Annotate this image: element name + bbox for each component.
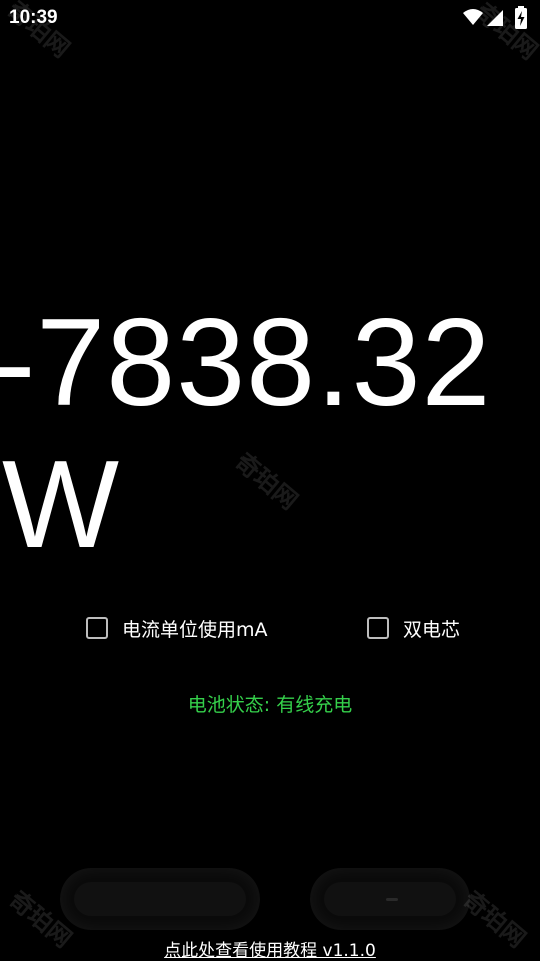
dual-cell-label: 双电芯: [403, 618, 461, 641]
cellular-signal-icon: [487, 10, 503, 26]
nav-home-indicator: [386, 898, 398, 901]
power-unit: W: [2, 436, 120, 574]
nav-back-button[interactable]: [60, 868, 260, 930]
current-unit-ma-label: 电流单位使用mA: [122, 618, 268, 641]
battery-status: 电池状态: 有线充电: [187, 694, 353, 716]
status-time: 10:39: [9, 7, 58, 28]
status-bar: 10:39: [0, 0, 540, 36]
battery-charging-icon: [515, 6, 527, 29]
watermark: 奇珀网: [229, 447, 303, 516]
checkbox-box[interactable]: [86, 617, 108, 639]
dual-cell-checkbox[interactable]: 双电芯: [367, 612, 460, 644]
checkbox-box[interactable]: [367, 617, 389, 639]
nav-back-inner: [74, 882, 246, 916]
current-unit-ma-checkbox[interactable]: 电流单位使用mA: [86, 612, 268, 644]
nav-home-button[interactable]: [310, 868, 470, 930]
tutorial-link[interactable]: 点此处查看使用教程 v1.1.0: [0, 936, 540, 961]
status-icons: [462, 6, 532, 30]
power-value: -7838.32: [0, 294, 492, 432]
wifi-icon: [463, 9, 483, 25]
